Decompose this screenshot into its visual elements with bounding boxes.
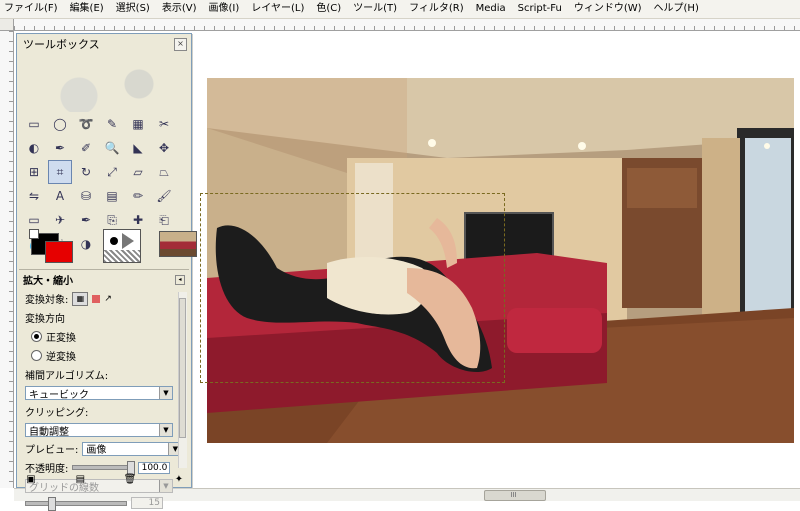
scale-icon[interactable]: ⤢ — [100, 160, 124, 184]
direction-forward-label: 正変換 — [46, 333, 76, 344]
perspective-icon[interactable]: ⏢ — [152, 160, 176, 184]
preview-value: 画像 — [86, 445, 107, 456]
bucket-fill-icon[interactable]: ⛁ — [74, 184, 98, 208]
delete-icon[interactable]: 🗑 — [124, 474, 137, 486]
menu-item-8[interactable]: フィルタ(R) — [403, 0, 470, 18]
menu-item-1[interactable]: 編集(E) — [64, 0, 110, 18]
grip-icon — [511, 492, 517, 497]
paths-icon[interactable]: ✒ — [48, 136, 72, 160]
brush-icon — [110, 237, 118, 245]
menu-item-9[interactable]: Media — [470, 0, 512, 18]
clipping-label: クリッピング: — [25, 408, 89, 419]
tool-options-title: 拡大・縮小 — [23, 276, 73, 287]
toolbox-title: ツールボックス — [23, 38, 100, 51]
color-area — [27, 227, 197, 263]
menu-item-11[interactable]: ウィンドウ(W) — [568, 0, 648, 18]
close-icon[interactable]: × — [174, 37, 187, 51]
menu-item-2[interactable]: 選択(S) — [110, 0, 156, 18]
blend-icon[interactable]: ▤ — [100, 184, 124, 208]
color-select-icon[interactable]: ▦ — [126, 112, 150, 136]
toolbox-window: ツールボックス × ▭ ◯ ➰ ✎ ▦ ✂ ◐ ✒ ✐ 🔍 ◣ ✥ ⊞ ⌗ ↻ ⤢ ▱ ⏢ ⇋ A ⛁ ▤ ✏ 🖌 ▭ ✈ ✒ ⎘ ✚ ⎗… — [16, 33, 197, 511]
active-image-thumbnail[interactable] — [159, 231, 197, 257]
rect-select-icon[interactable]: ▭ — [22, 112, 46, 136]
reset-icon[interactable]: ✦ — [173, 474, 185, 486]
pencil-icon[interactable]: ✏ — [126, 184, 150, 208]
reset-colors-icon[interactable] — [29, 229, 39, 239]
shear-icon[interactable]: ▱ — [126, 160, 150, 184]
save-icon[interactable]: ▣ — [25, 474, 37, 486]
vertical-ruler[interactable] — [0, 31, 14, 488]
interpolation-select[interactable]: キュービック ▼ — [25, 386, 173, 401]
toolbox-titlebar[interactable]: ツールボックス × — [17, 34, 191, 54]
options-scrollbar[interactable] — [178, 292, 187, 468]
menu-item-5[interactable]: レイヤー(L) — [245, 0, 310, 18]
menu-item-12[interactable]: ヘルプ(H) — [648, 0, 705, 18]
preview-select[interactable]: 画像 ▼ — [82, 441, 183, 456]
rotate-icon[interactable]: ↻ — [74, 160, 98, 184]
background-color[interactable] — [45, 241, 73, 263]
align-icon[interactable]: ⊞ — [22, 160, 46, 184]
clipping-value: 自動調整 — [29, 426, 69, 438]
selection-marquee[interactable] — [200, 193, 505, 383]
layer-transform-icon[interactable]: ▦ — [72, 291, 89, 306]
magic-wand-icon[interactable]: ✎ — [100, 112, 124, 136]
flip-icon[interactable]: ⇋ — [22, 184, 46, 208]
menu-item-7[interactable]: ツール(T) — [347, 0, 403, 18]
path-transform-icon[interactable]: ↗ — [104, 294, 112, 304]
direction-label: 変換方向 — [25, 314, 65, 325]
wilber-banner — [19, 54, 189, 112]
opacity-input[interactable]: 100.0 — [138, 461, 171, 474]
scissors-icon[interactable]: ✂ — [152, 112, 176, 136]
opacity-label: 不透明度: — [25, 464, 69, 475]
radio-backward[interactable] — [31, 350, 42, 361]
preview-label: プレビュー: — [25, 445, 79, 456]
text-icon[interactable]: A — [48, 184, 72, 208]
measure-icon[interactable]: ◣ — [126, 136, 150, 160]
transform-label: 変換対象: — [25, 295, 69, 306]
tab-menu-icon[interactable]: ◂ — [175, 274, 185, 285]
move-icon[interactable]: ✥ — [152, 136, 176, 160]
grid-slider-knob[interactable] — [48, 496, 56, 511]
selection-transform-icon[interactable] — [92, 294, 101, 303]
ellipse-select-icon[interactable]: ◯ — [48, 112, 72, 136]
foreground-select-icon[interactable]: ◐ — [22, 136, 46, 160]
pattern-icon — [104, 250, 140, 262]
tool-options: 拡大・縮小 ◂ 変換対象: ▦ ↗ 変換方向 正変換 逆変換 補間アルゴリズム:… — [19, 269, 189, 511]
paintbrush-icon[interactable]: 🖌 — [152, 184, 176, 208]
grid-slider[interactable] — [25, 496, 127, 511]
interpolation-value: キュービック — [29, 389, 89, 401]
opacity-slider-knob[interactable] — [127, 461, 136, 475]
options-scrollbar-thumb[interactable] — [179, 298, 186, 438]
restore-icon[interactable]: ▤ — [74, 474, 86, 486]
zoom-icon[interactable]: 🔍 — [100, 136, 124, 160]
direction-backward-label: 逆変換 — [46, 352, 76, 363]
crop-icon[interactable]: ⌗ — [48, 160, 72, 184]
horizontal-ruler[interactable] — [14, 19, 800, 31]
menu-item-10[interactable]: Script-Fu — [512, 0, 568, 18]
lasso-icon[interactable]: ➰ — [74, 112, 98, 136]
chevron-down-icon: ▼ — [159, 387, 172, 399]
opacity-slider[interactable] — [72, 461, 136, 475]
menu-item-4[interactable]: 画像(I) — [203, 0, 246, 18]
menu-item-6[interactable]: 色(C) — [310, 0, 347, 18]
gradient-icon — [122, 233, 134, 249]
menu-bar: ファイル(F) 編集(E) 選択(S) 表示(V) 画像(I) レイヤー(L) 色(C) ツー… — [0, 0, 800, 19]
brush-pattern-selector[interactable] — [103, 229, 141, 263]
radio-forward[interactable] — [31, 331, 42, 342]
menu-item-0[interactable]: ファイル(F) — [0, 0, 64, 18]
clipping-select[interactable]: 自動調整 ▼ — [25, 423, 173, 438]
interpolation-label: 補間アルゴリズム: — [25, 371, 109, 382]
ruler-corner[interactable] — [0, 19, 14, 31]
chevron-down-icon: ▼ — [159, 424, 172, 436]
color-picker-icon[interactable]: ✐ — [74, 136, 98, 160]
menu-item-3[interactable]: 表示(V) — [156, 0, 203, 18]
grid-input[interactable]: 15 — [131, 497, 163, 509]
